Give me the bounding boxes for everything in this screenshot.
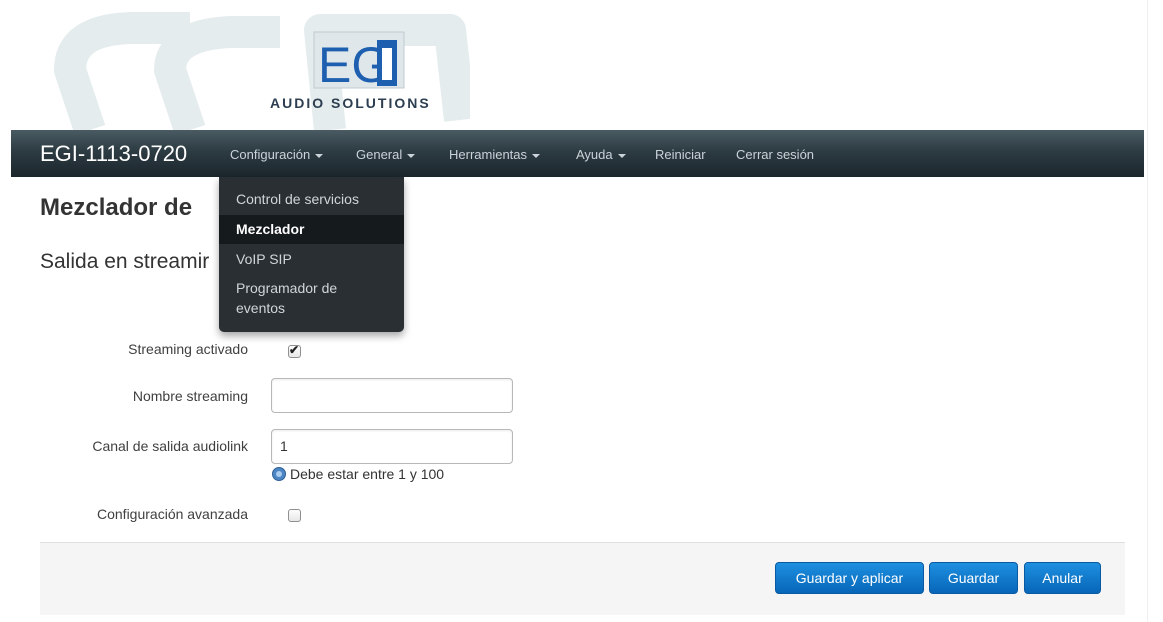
save-button[interactable]: Guardar [929,562,1018,594]
nav-configuracion-label: Configuración [230,147,311,162]
nav-ayuda[interactable]: Ayuda [576,147,626,162]
caret-down-icon [407,153,416,158]
menu-item-programador-line2: eventos [236,300,286,316]
audiolink-channel-input[interactable]: 1 [271,429,513,464]
info-icon [272,467,286,481]
cancel-button[interactable]: Anular [1024,562,1101,594]
page-title: Mezclador de [40,194,193,221]
stream-name-label: Nombre streaming [132,388,248,404]
section-title: Salida en streamir [40,250,210,273]
menu-item-mezclador[interactable]: Mezclador [219,215,404,244]
menu-item-programador-eventos[interactable]: Programador de eventos [219,278,404,322]
menu-item-programador-line1: Programador de [236,280,338,296]
menu-item-voip-sip[interactable]: VoIP SIP [219,247,404,271]
save-apply-button[interactable]: Guardar y aplicar [775,562,924,594]
nav-reiniciar[interactable]: Reiniciar [655,147,706,162]
checkmark-icon: ✔ [289,343,300,357]
caret-down-icon [532,153,541,158]
top-navbar: EGI-1113-0720 Configuración General Herr… [11,130,1144,177]
device-name[interactable]: EGI-1113-0720 [40,141,187,167]
configuracion-dropdown-menu: Control de servicios Mezclador VoIP SIP … [219,177,404,332]
advanced-config-label: Configuración avanzada [97,506,248,522]
advanced-config-checkbox[interactable] [288,509,301,522]
audiolink-channel-help-text: Debe estar entre 1 y 100 [290,466,445,482]
nav-herramientas[interactable]: Herramientas [449,147,541,162]
nav-ayuda-label: Ayuda [576,147,613,162]
caret-down-icon [315,153,324,158]
stream-name-input[interactable] [271,378,513,413]
nav-general[interactable]: General [356,147,416,162]
streaming-enabled-checkbox[interactable]: ✔ [288,343,301,358]
scrollbar[interactable] [1147,0,1163,622]
audiolink-channel-label: Canal de salida audiolink [92,438,248,454]
logo-subtitle: AUDIO SOLUTIONS [270,95,431,111]
page: EG AUDIO SOLUTIONS EGI-1113-0720 Configu… [0,0,1163,622]
nav-herramientas-label: Herramientas [449,147,528,162]
streaming-enabled-label: Streaming activado [128,341,248,357]
nav-cerrar-sesion[interactable]: Cerrar sesión [736,147,814,162]
nav-general-label: General [356,147,403,162]
menu-item-control-servicios[interactable]: Control de servicios [219,187,404,211]
audiolink-channel-help: Debe estar entre 1 y 100 [272,466,444,482]
nav-configuracion[interactable]: Configuración [230,147,324,162]
caret-down-icon [617,153,626,158]
